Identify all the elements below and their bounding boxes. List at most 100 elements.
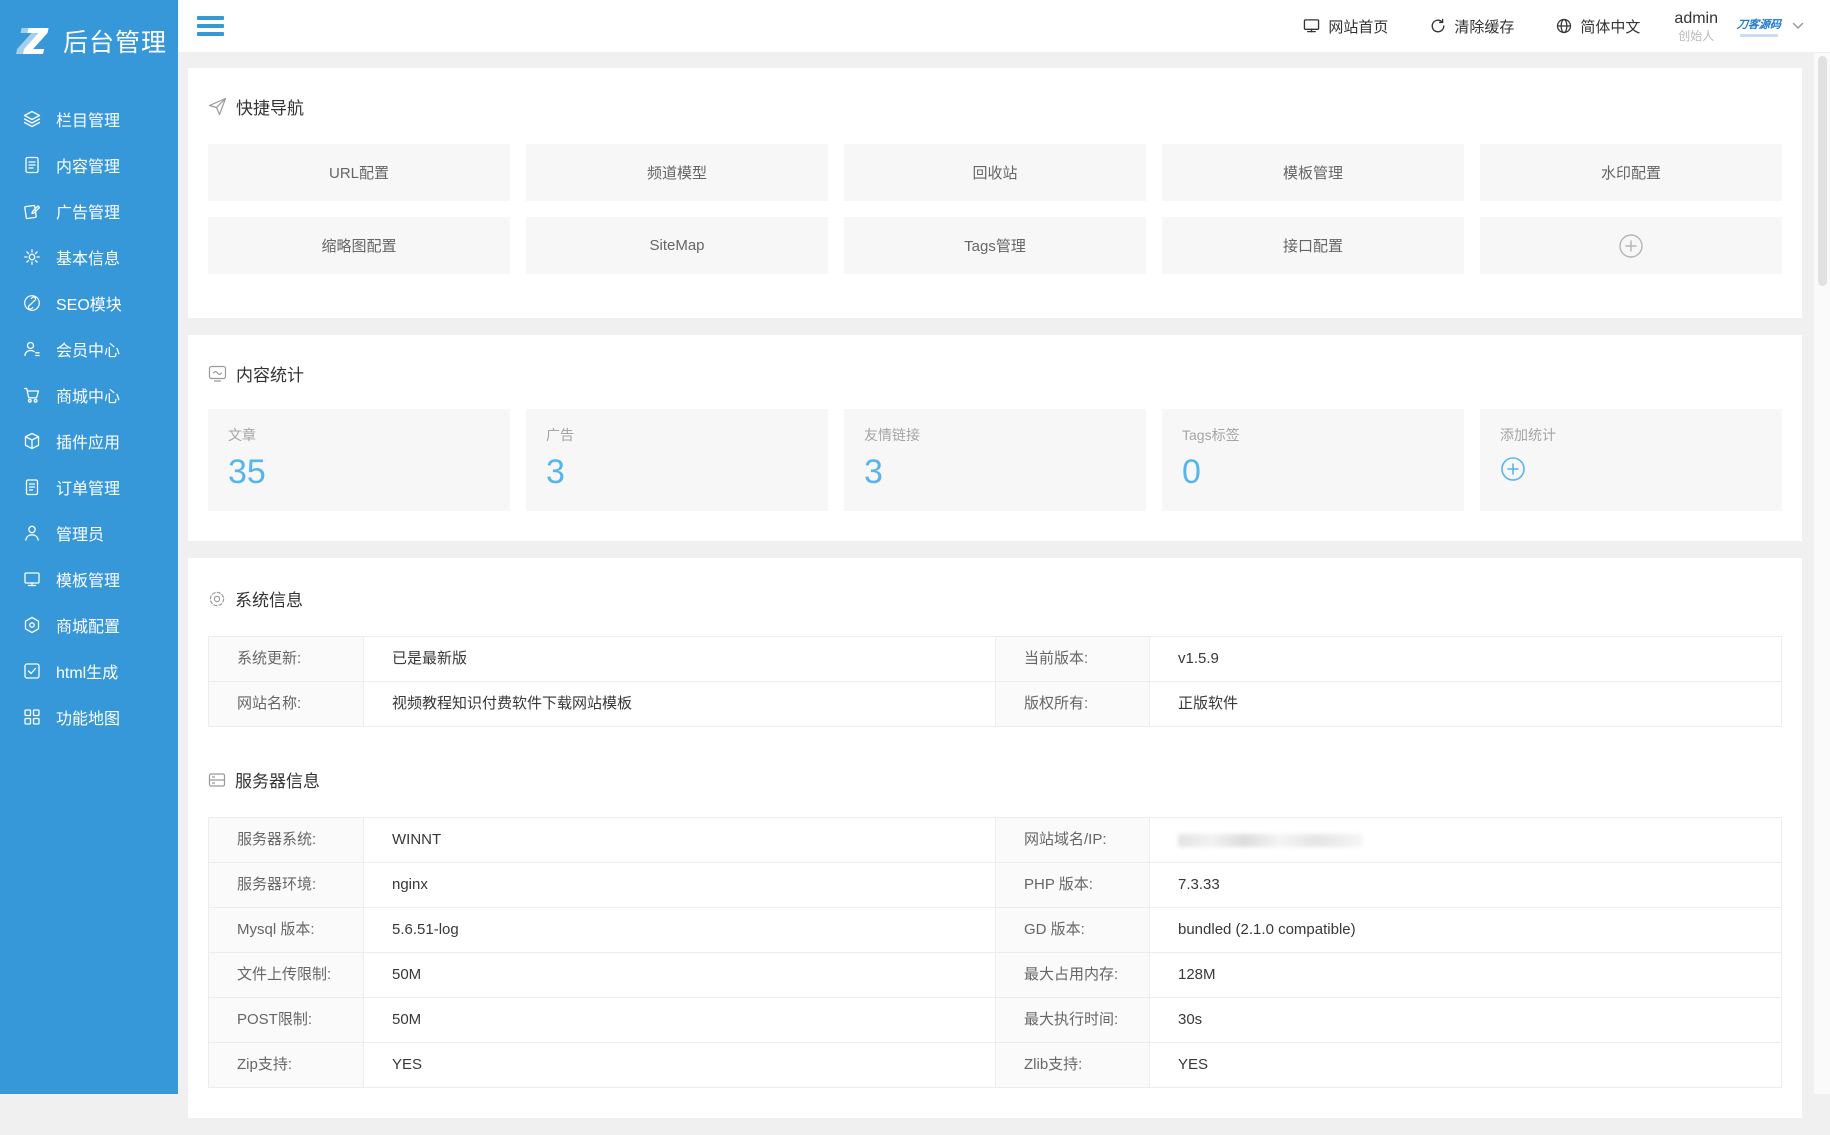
link-circle-icon [23,294,41,312]
gear-icon [208,590,226,608]
sidebar-item-mall-config[interactable]: 商城配置 [0,602,178,648]
brand-logo[interactable]: 刀客源码 [1734,16,1784,37]
quicknav-channel-model-button[interactable]: 频道模型 [526,144,828,201]
topbar-link-language[interactable]: 简体中文 [1556,16,1640,37]
quicknav-template-mgmt-button[interactable]: 模板管理 [1162,144,1464,201]
sidebar: 后台管理 栏目管理 内容管理 广告管理 基本信息 SEO模块 [0,0,178,1094]
sidebar-item-label: 商城中心 [56,383,120,407]
info-value: nginx [364,863,995,907]
sidebar-item-label: 栏目管理 [56,107,120,131]
stats-screen-icon [208,364,227,383]
sidebar-item-label: 会员中心 [56,337,120,361]
stat-value: 3 [864,454,1126,491]
table-row: POST限制: 50M 最大执行时间: 30s [209,997,1781,1042]
info-value: v1.5.9 [1150,637,1781,681]
server-info-table: 服务器系统: WINNT 网站域名/IP: 服务器环境: nginx PHP 版… [208,817,1782,1088]
chevron-down-icon[interactable] [1792,22,1804,30]
document-icon [23,156,41,174]
stat-label: Tags标签 [1182,425,1444,445]
info-label: Zlib支持: [995,1043,1150,1087]
sidebar-item-mall[interactable]: 商城中心 [0,372,178,418]
info-value: 30s [1150,998,1781,1042]
sidebar-item-label: 广告管理 [56,199,120,223]
sidebar-item-label: SEO模块 [56,291,122,315]
hamburger-menu-button[interactable] [197,16,224,36]
quicknav-recycle-bin-button[interactable]: 回收站 [844,144,1146,201]
topbar-link-label: 简体中文 [1580,16,1640,37]
quicknav-api-config-button[interactable]: 接口配置 [1162,217,1464,274]
sidebar-item-columns[interactable]: 栏目管理 [0,96,178,142]
quicknav-watermark-button[interactable]: 水印配置 [1480,144,1782,201]
add-statistic-card[interactable]: 添加统计 [1480,409,1782,511]
info-label: 服务器系统: [209,818,364,862]
add-shortcut-button[interactable] [1480,217,1782,274]
topbar-link-label: 清除缓存 [1454,16,1514,37]
main-content: 快捷导航 URL配置 频道模型 回收站 模板管理 水印配置 缩略图配置 Site… [188,68,1802,1135]
system-info-table: 系统更新: 已是最新版 当前版本: v1.5.9 网站名称: 视频教程知识付费软… [208,636,1782,727]
sidebar-item-seo[interactable]: SEO模块 [0,280,178,326]
table-row: 系统更新: 已是最新版 当前版本: v1.5.9 [209,637,1781,681]
section-title: 服务器信息 [235,767,320,792]
sidebar-item-plugins[interactable]: 插件应用 [0,418,178,464]
info-value: WINNT [364,818,995,862]
info-label: 网站名称: [209,682,364,726]
section-title: 快捷导航 [236,94,304,119]
topbar-link-clear-cache[interactable]: 清除缓存 [1430,16,1514,37]
app-logo[interactable]: 后台管理 [0,0,178,64]
sidebar-item-label: 插件应用 [56,429,120,453]
stat-friend-links: 友情链接 3 [844,409,1146,511]
info-label: 系统更新: [209,637,364,681]
topbar-link-label: 网站首页 [1328,16,1388,37]
sidebar-item-html-gen[interactable]: html生成 [0,648,178,694]
info-value: 视频教程知识付费软件下载网站模板 [364,682,995,726]
sidebar-item-content[interactable]: 内容管理 [0,142,178,188]
gear-icon [23,248,41,266]
user-menu[interactable]: admin 创始人 [1674,9,1718,44]
content-stats-card: 内容统计 文章 35 广告 3 友情链接 3 Tags标签 0 [188,335,1802,541]
info-value: 5.6.51-log [364,908,995,952]
info-label: 最大占用内存: [995,953,1150,997]
info-value: 已是最新版 [364,637,995,681]
plus-circle-icon[interactable] [1500,456,1526,482]
check-square-icon [23,662,41,680]
scrollbar-thumb[interactable] [1818,56,1827,286]
sidebar-item-ads[interactable]: 广告管理 [0,188,178,234]
quicknav-url-config-button[interactable]: URL配置 [208,144,510,201]
stat-value: 0 [1182,454,1444,491]
sidebar-item-admins[interactable]: 管理员 [0,510,178,556]
sidebar-item-label: 功能地图 [56,705,120,729]
sidebar-item-orders[interactable]: 订单管理 [0,464,178,510]
content-stats-title-row: 内容统计 [208,361,1782,386]
sidebar-item-label: 基本信息 [56,245,120,269]
stat-articles: 文章 35 [208,409,510,511]
info-label: 文件上传限制: [209,953,364,997]
quick-nav-card: 快捷导航 URL配置 频道模型 回收站 模板管理 水印配置 缩略图配置 Site… [188,68,1802,318]
scrollbar-track[interactable] [1813,53,1830,1094]
stat-tags: Tags标签 0 [1162,409,1464,511]
topbar-right: 网站首页 清除缓存 简体中文 admin 创始人 刀客源码 [1261,9,1804,44]
info-label: Zip支持: [209,1043,364,1087]
quicknav-tags-button[interactable]: Tags管理 [844,217,1146,274]
info-value: 7.3.33 [1150,863,1781,907]
sidebar-item-basic-info[interactable]: 基本信息 [0,234,178,280]
monitor-icon [23,570,41,588]
monitor-icon [1303,18,1320,34]
sidebar-item-templates[interactable]: 模板管理 [0,556,178,602]
info-label: 网站域名/IP: [995,818,1150,862]
quicknav-thumbnail-button[interactable]: 缩略图配置 [208,217,510,274]
paper-plane-icon [208,97,227,116]
section-title: 系统信息 [235,586,303,611]
info-label: 最大执行时间: [995,998,1150,1042]
stat-label: 添加统计 [1500,425,1762,445]
sidebar-item-members[interactable]: 会员中心 [0,326,178,372]
topbar-link-site-home[interactable]: 网站首页 [1303,16,1388,37]
server-info-title-row: 服务器信息 [208,767,1782,792]
info-label: 当前版本: [995,637,1150,681]
section-title: 内容统计 [236,361,304,386]
stat-value: 35 [228,454,490,491]
quicknav-sitemap-button[interactable]: SiteMap [526,217,828,274]
sidebar-item-feature-map[interactable]: 功能地图 [0,694,178,740]
sidebar-item-label: 模板管理 [56,567,120,591]
quick-nav-grid: URL配置 频道模型 回收站 模板管理 水印配置 缩略图配置 SiteMap T… [208,144,1782,274]
username: admin [1674,9,1718,29]
